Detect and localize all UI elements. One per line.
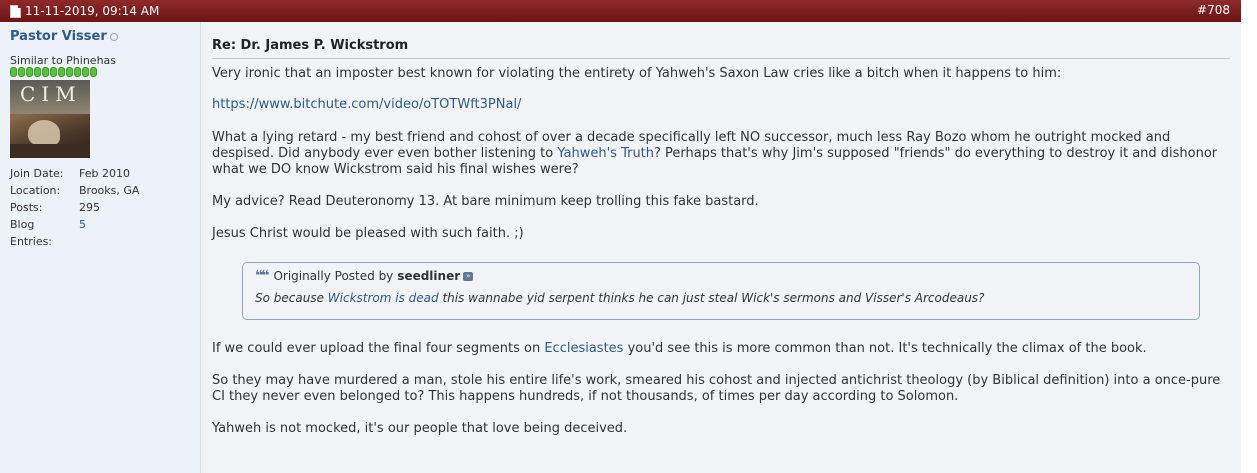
quote-prefix: Originally Posted by	[273, 269, 394, 283]
quote-body: So because Wickstrom is dead this wannab…	[255, 291, 984, 305]
quote-text-b: this wannabe yid serpent thinks he can j…	[438, 291, 985, 305]
reputation-pip	[58, 67, 65, 77]
reputation-pip	[74, 67, 81, 77]
ecclesiastes-link[interactable]: Ecclesiastes	[544, 341, 623, 356]
paragraph-8: Yahweh is not mocked, it's our people th…	[212, 421, 628, 436]
stat-label: Join Date:	[10, 167, 64, 180]
reputation-pip	[42, 67, 49, 77]
reputation-pip	[34, 67, 41, 77]
stat-value: Feb 2010	[79, 167, 130, 180]
paragraph-6: If we could ever upload the final four s…	[212, 341, 1222, 357]
stat-value: Brooks, GA	[79, 184, 140, 197]
paragraph-6-text-b: you'd see this is more common than not. …	[623, 341, 1147, 356]
post-content: Re: Dr. James P. Wickstrom Very ironic t…	[201, 22, 1241, 473]
stat-label: Location:	[10, 184, 61, 197]
reputation-bar	[10, 67, 97, 77]
post-header: 11-11-2019, 09:14 AM #708	[0, 0, 1241, 22]
paragraph-5: Jesus Christ would be pleased with such …	[212, 226, 524, 241]
paragraph-1: Very ironic that an imposter best known …	[212, 66, 1062, 81]
view-post-icon[interactable]: »	[463, 271, 474, 281]
reputation-pip	[50, 67, 57, 77]
quote-text-a: So because	[255, 291, 328, 305]
paragraph-3: What a lying retard - my best friend and…	[212, 130, 1222, 178]
paragraph-6-text-a: If we could ever upload the final four s…	[212, 341, 545, 356]
paragraph-link: https://www.bitchute.com/video/oTOTWft3P…	[212, 97, 1222, 113]
stat-posts: Posts: 295	[10, 199, 139, 216]
offline-status-icon	[109, 32, 118, 41]
stat-label: Blog Entries:	[10, 218, 53, 248]
video-link[interactable]: https://www.bitchute.com/video/oTOTWft3P…	[212, 97, 521, 112]
post-date-text: 11-11-2019, 09:14 AM	[25, 4, 160, 18]
user-stats: Join Date: Feb 2010 Location: Brooks, GA…	[10, 165, 139, 250]
post-title: Re: Dr. James P. Wickstrom	[212, 38, 1230, 59]
blog-entries-link[interactable]: 5	[79, 216, 86, 250]
reputation-pip	[10, 67, 17, 77]
document-icon	[10, 4, 21, 18]
username[interactable]: Pastor Visser	[10, 29, 118, 44]
forum-post: 11-11-2019, 09:14 AM #708 Pastor Visser …	[0, 0, 1241, 473]
avatar-logo-text: CIM	[20, 82, 82, 106]
user-title: Similar to Phinehas	[10, 54, 117, 67]
reputation-pip	[90, 67, 97, 77]
paragraph-4: My advice? Read Deuteronomy 13. At bare …	[212, 194, 759, 209]
reputation-pip	[18, 67, 25, 77]
username-text[interactable]: Pastor Visser	[10, 29, 107, 44]
reputation-pip	[26, 67, 33, 77]
stat-blog-entries: Blog Entries: 5	[10, 216, 139, 250]
yahwehs-truth-link[interactable]: Yahweh's Truth	[557, 146, 654, 161]
stat-label: Posts:	[10, 201, 43, 214]
quote-header: ❝❝ Originally Posted by seedliner »	[255, 268, 474, 284]
paragraph-7: So they may have murdered a man, stole h…	[212, 373, 1221, 404]
quote-author: seedliner	[397, 269, 461, 283]
post-date: 11-11-2019, 09:14 AM	[10, 4, 159, 18]
wickstrom-is-dead-link[interactable]: Wickstrom is dead	[328, 291, 439, 305]
reputation-pip	[66, 67, 73, 77]
stat-location: Location: Brooks, GA	[10, 182, 139, 199]
stat-join-date: Join Date: Feb 2010	[10, 165, 139, 182]
stat-value: 295	[79, 201, 100, 214]
post-number-link[interactable]: #708	[1197, 3, 1230, 17]
quote-icon: ❝❝	[255, 268, 270, 284]
reputation-pip	[82, 67, 89, 77]
avatar[interactable]: CIM	[10, 80, 90, 158]
user-info-panel: Pastor Visser Similar to Phinehas CIM Jo…	[0, 22, 201, 473]
quote-block: ❝❝ Originally Posted by seedliner » So b…	[242, 262, 1200, 320]
